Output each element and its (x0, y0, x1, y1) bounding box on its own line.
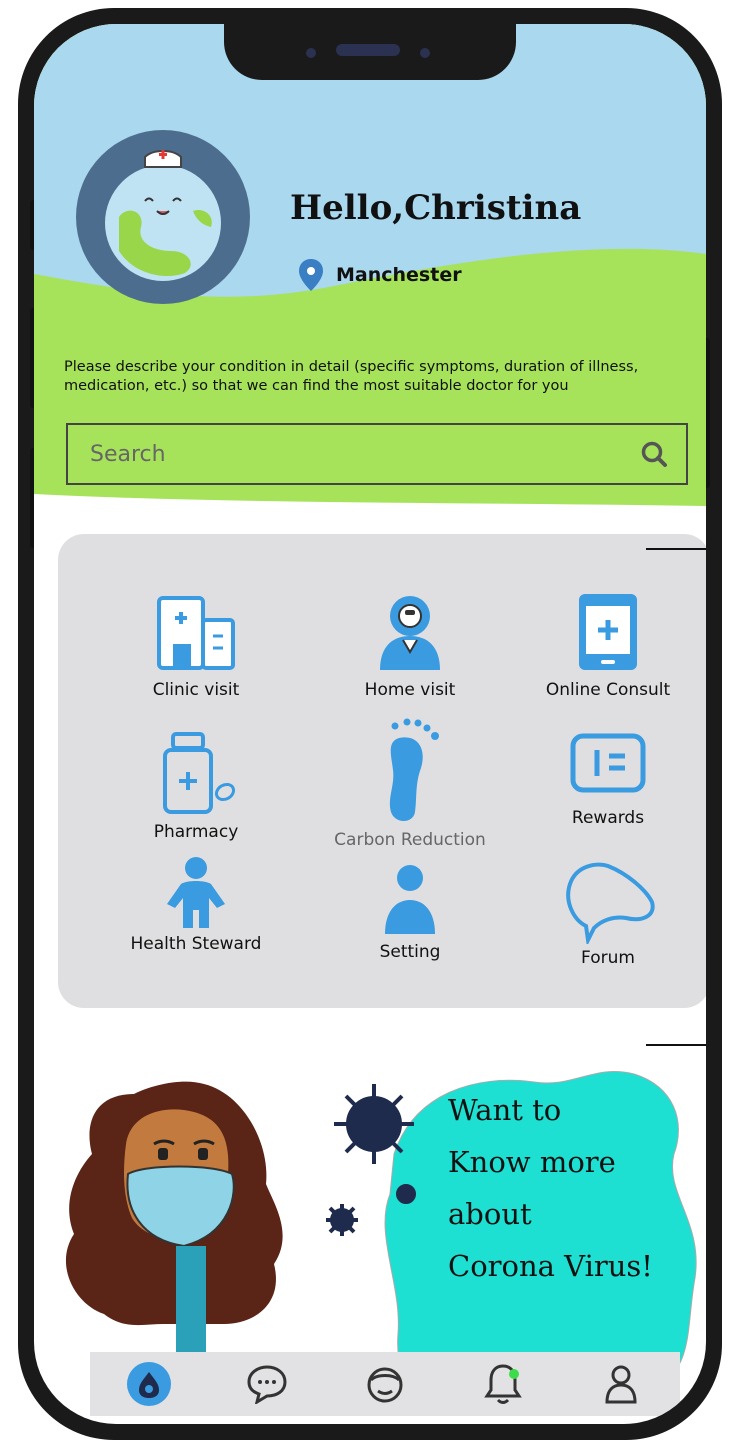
banner-line: Want to (448, 1093, 562, 1127)
location[interactable]: Manchester (298, 258, 462, 292)
bell-icon (484, 1364, 522, 1404)
service-rewards[interactable]: Rewards (508, 728, 706, 828)
banner-line: Know more about (448, 1145, 616, 1231)
location-pin-icon (299, 259, 323, 291)
tab-face[interactable] (357, 1356, 413, 1412)
person-icon (167, 857, 225, 928)
tablet-icon (579, 594, 637, 670)
service-label: Online Consult (545, 680, 671, 700)
services-panel: Clinic visit Home visit Online Consult P… (58, 534, 706, 1008)
greeting-title: Hello,Christina (290, 188, 582, 228)
tab-home[interactable] (121, 1356, 177, 1412)
phone-frame: Hello,Christina Manchester Please descri… (18, 8, 722, 1440)
service-label: Pharmacy (153, 822, 239, 842)
screen: Hello,Christina Manchester Please descri… (34, 24, 706, 1424)
service-label: Clinic visit (152, 680, 240, 700)
tab-notifications[interactable] (475, 1356, 531, 1412)
face-icon (367, 1367, 403, 1403)
rewards-icon (570, 733, 646, 793)
service-clinic-visit[interactable]: Clinic visit (96, 590, 296, 700)
clinic-icon (157, 596, 235, 670)
tab-account[interactable] (593, 1356, 649, 1412)
avatar[interactable] (76, 130, 250, 304)
medicine-bottle-icon (163, 732, 236, 814)
description-text: Please describe your condition in detail… (64, 359, 639, 394)
chat-bubble-icon (566, 862, 655, 944)
search-input[interactable] (88, 440, 612, 468)
location-label: Manchester (336, 264, 462, 286)
service-health-steward[interactable]: Health Steward (96, 854, 296, 954)
service-forum[interactable]: Forum (508, 856, 706, 968)
banner-line: Corona Virus! (448, 1249, 653, 1283)
user-icon (385, 865, 435, 934)
account-icon (605, 1365, 637, 1404)
service-label: Rewards (571, 808, 645, 828)
earth-mascot-icon (105, 150, 221, 281)
service-label: Carbon Reduction (334, 830, 486, 850)
doctor-icon (380, 596, 440, 670)
footprint-icon (389, 718, 439, 821)
service-label: Health Steward (130, 934, 262, 954)
banner-text[interactable]: Want to Know more about Corona Virus! (448, 1084, 706, 1292)
service-label: Home visit (364, 680, 456, 700)
camera-notch (224, 24, 516, 80)
bottom-tab-bar (90, 1352, 680, 1416)
service-pharmacy[interactable]: Pharmacy (96, 728, 296, 842)
service-setting[interactable]: Setting (310, 862, 510, 962)
search-icon[interactable] (640, 440, 668, 468)
tab-messages[interactable] (239, 1356, 295, 1412)
message-icon (247, 1365, 287, 1404)
service-label: Forum (581, 948, 635, 968)
home-icon (127, 1362, 171, 1406)
service-carbon-reduction[interactable]: Carbon Reduction (310, 714, 510, 850)
search-bar[interactable] (66, 423, 688, 485)
divider-line (646, 548, 706, 550)
service-label: Setting (379, 942, 441, 962)
service-online-consult[interactable]: Online Consult (508, 590, 706, 700)
service-home-visit[interactable]: Home visit (310, 590, 510, 700)
